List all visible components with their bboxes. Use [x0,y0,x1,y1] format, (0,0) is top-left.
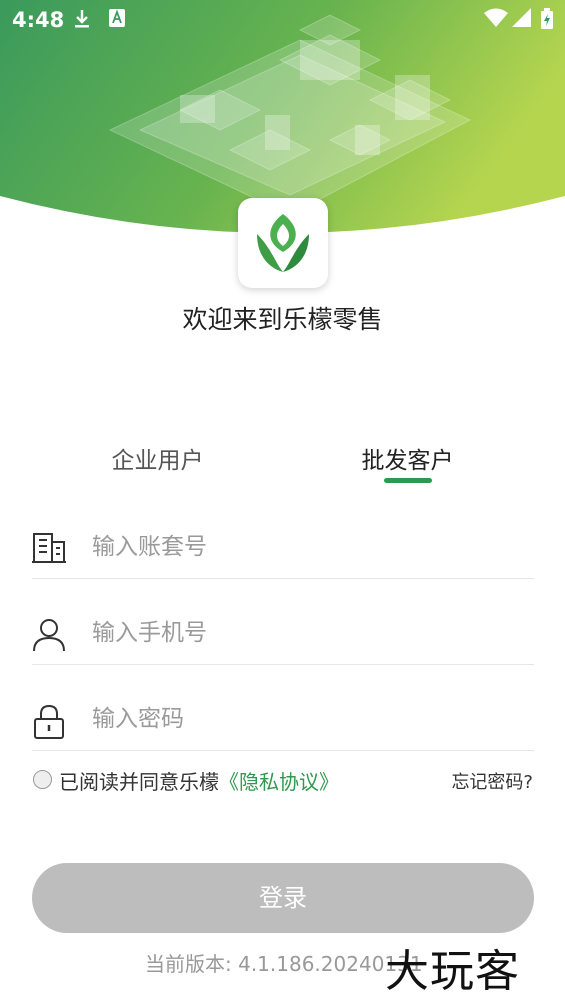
agree-checkbox[interactable] [33,770,52,789]
font-app-icon [108,8,126,33]
login-button[interactable]: 登录 [32,863,534,933]
version-text: 当前版本: 4.1.186.20240131 [145,952,423,976]
account-field [32,518,534,579]
tab-wholesale-customer[interactable]: 批发客户 [345,441,470,475]
battery-icon [540,8,554,35]
status-bar: 4:48 [0,0,565,40]
password-field [32,690,534,751]
lemon-leaf-logo-icon [257,214,309,272]
tab-enterprise-user[interactable]: 企业用户 [95,441,220,475]
user-icon [32,618,66,656]
lock-icon [32,704,66,744]
active-tab-indicator [384,478,432,483]
phone-field [32,604,534,665]
download-icon [72,8,92,35]
agreement-text: 已阅读并同意乐檬《隐私协议》 [59,766,339,795]
account-input[interactable] [90,526,514,568]
wifi-icon [484,8,508,33]
forgot-password-link[interactable]: 忘记密码? [451,768,533,794]
signal-icon [512,8,532,33]
building-icon [32,532,66,568]
phone-input[interactable] [90,612,514,654]
password-input[interactable] [90,698,514,740]
welcome-title: 欢迎来到乐檬零售 [182,305,383,334]
privacy-policy-link[interactable]: 《隐私协议》 [219,770,339,794]
watermark-text: 大玩客 [385,946,520,997]
app-logo [238,198,328,288]
status-time: 4:48 [12,8,65,32]
agreement-prefix: 已阅读并同意乐檬 [59,770,219,794]
